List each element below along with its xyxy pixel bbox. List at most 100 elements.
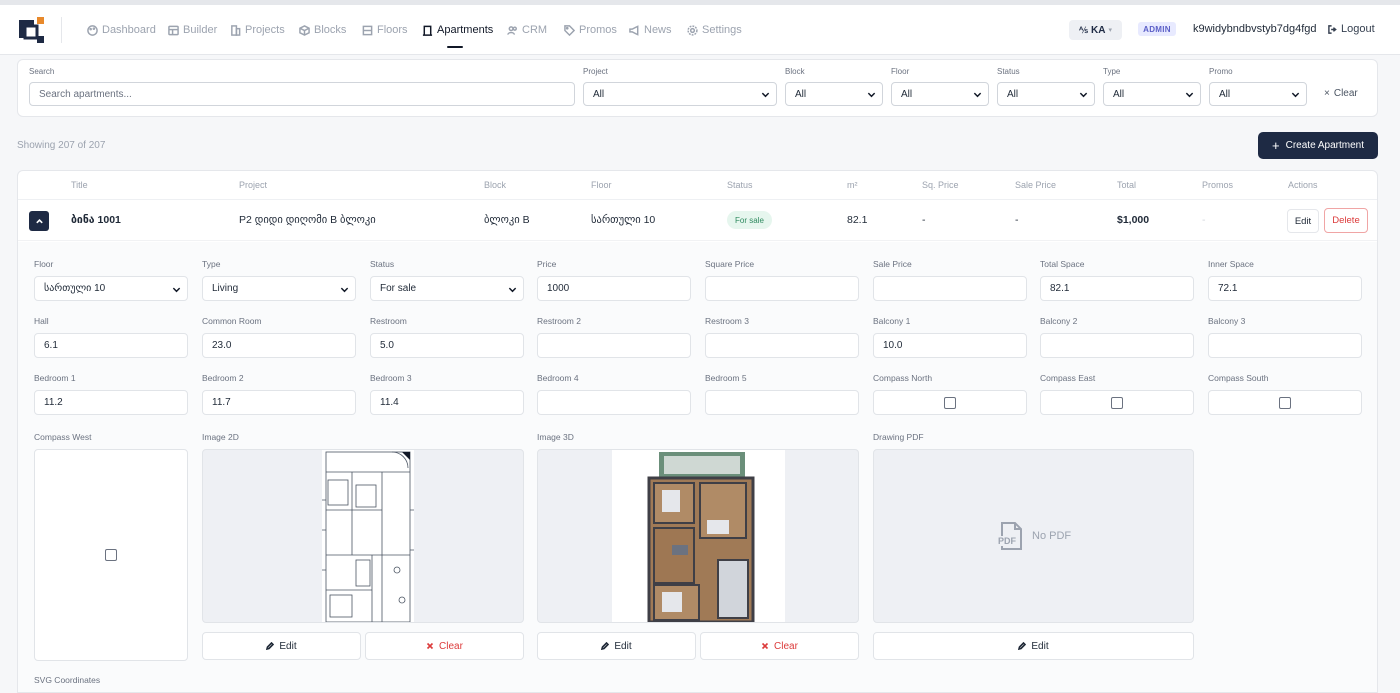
compass-south-checkbox[interactable] [1279,397,1291,409]
image-2d-clear-button[interactable]: Clear [365,632,524,660]
status-select[interactable]: For sale [370,276,524,301]
edit-row-button[interactable]: Edit [1287,209,1319,233]
nav-item-promos[interactable]: Promos [564,22,617,38]
price-field[interactable]: 1000 [537,276,691,301]
drawing-pdf-edit-button[interactable]: Edit [873,632,1194,660]
bedroom-5-field[interactable] [705,390,859,415]
nav-item-label: News [644,24,672,36]
clear-filters-button[interactable]: × Clear [1324,88,1358,99]
palette-icon [87,24,98,36]
floor-select[interactable]: სართული 10 [34,276,188,301]
compass-east-checkbox[interactable] [1111,397,1123,409]
restroom-field[interactable]: 5.0 [370,333,524,358]
compass-west-label: Compass West [34,432,92,442]
top-navbar: Dashboard Builder Projects Blocks Floors… [0,5,1400,55]
select-value: For sale [380,283,417,294]
column-header-title[interactable]: Title [71,180,88,190]
nav-item-projects[interactable]: Projects [230,22,285,38]
common-room-field[interactable]: 23.0 [202,333,356,358]
floor-plan-2d-image [322,450,414,622]
column-header-project[interactable]: Project [239,180,267,190]
compass-west-checkbox[interactable] [105,549,117,561]
project-filter-select[interactable]: All [583,82,777,106]
role-badge: ADMIN [1138,22,1176,36]
status-filter-select[interactable]: All [997,82,1095,106]
nav-item-crm[interactable]: CRM [507,22,547,38]
compass-south-label: Compass South [1208,373,1269,383]
nav-item-dashboard[interactable]: Dashboard [87,22,156,38]
apartment-detail-panel: Floor სართული 10 Type Living Status For … [18,242,1377,692]
search-input[interactable]: Search apartments... [29,82,575,106]
restroom-2-label: Restroom 2 [537,316,581,326]
image-3d-edit-button[interactable]: Edit [537,632,696,660]
select-value: Living [212,283,239,294]
nav-item-builder[interactable]: Builder [168,22,217,38]
nav-item-blocks[interactable]: Blocks [299,22,346,38]
username: k9widybndbvstyb7dg4fgd [1193,23,1317,35]
column-header-block[interactable]: Block [484,180,506,190]
nav-item-news[interactable]: News [629,22,672,38]
drawing-pdf-label: Drawing PDF [873,432,924,442]
create-apartment-button[interactable]: + Create Apartment [1258,132,1378,159]
column-header-area[interactable]: m² [847,180,858,190]
chevron-down-icon [508,285,517,294]
inner-space-label: Inner Space [1208,259,1254,269]
column-header-floor[interactable]: Floor [591,180,612,190]
select-value: All [1113,88,1125,100]
door-icon [422,25,433,36]
price-label: Price [537,259,557,269]
language-switcher[interactable]: ⅍ KA ▾ [1069,20,1122,40]
bedroom-1-field[interactable]: 11.2 [34,390,188,415]
hall-field[interactable]: 6.1 [34,333,188,358]
bedroom-3-field[interactable]: 11.4 [370,390,524,415]
column-header-status[interactable]: Status [727,180,753,190]
delete-row-button[interactable]: Delete [1324,208,1368,233]
type-filter-label: Type [1103,67,1121,76]
chevron-up-icon [35,218,43,223]
users-icon [507,25,517,35]
total-space-label: Total Space [1040,259,1085,269]
balcony-1-field[interactable]: 10.0 [873,333,1027,358]
bedroom-4-label: Bedroom 4 [537,373,579,383]
chevron-down-icon [1185,90,1194,99]
nav-item-settings[interactable]: Settings [687,22,742,38]
bedroom-2-field[interactable]: 11.7 [202,390,356,415]
compass-north-box [873,390,1027,415]
plus-icon: + [1272,138,1280,153]
apartment-block: ბლოკი B [484,214,530,226]
select-value: All [593,88,605,100]
bedroom-4-field[interactable] [537,390,691,415]
edit-label: Edit [279,640,297,652]
balcony-2-field[interactable] [1040,333,1194,358]
block-filter-select[interactable]: All [785,82,883,106]
select-value: All [901,88,913,100]
promo-filter-select[interactable]: All [1209,82,1307,106]
column-header-sale-price[interactable]: Sale Price [1015,180,1056,190]
balcony-3-field[interactable] [1208,333,1362,358]
compass-east-box [1040,390,1194,415]
type-filter-select[interactable]: All [1103,82,1201,106]
type-select[interactable]: Living [202,276,356,301]
column-header-sq-price[interactable]: Sq. Price [922,180,959,190]
total-space-field[interactable]: 82.1 [1040,276,1194,301]
column-header-total[interactable]: Total [1117,180,1136,190]
column-header-promos[interactable]: Promos [1202,180,1233,190]
compass-south-box [1208,390,1362,415]
table-row[interactable]: ბინა 1001 P2 დიდი დიღომი B ბლოკი ბლოკი B… [18,200,1377,241]
image-2d-edit-button[interactable]: Edit [202,632,361,660]
app-logo[interactable] [17,16,45,44]
collapse-row-button[interactable] [29,211,49,231]
balcony-2-label: Balcony 2 [1040,316,1078,326]
nav-item-floors[interactable]: Floors [362,22,408,38]
square-price-field[interactable] [705,276,859,301]
image-3d-clear-button[interactable]: Clear [700,632,859,660]
inner-space-field[interactable]: 72.1 [1208,276,1362,301]
select-value: All [795,88,807,100]
floor-filter-select[interactable]: All [891,82,989,106]
nav-item-apartments[interactable]: Apartments [422,22,493,38]
logout-button[interactable]: Logout [1328,23,1375,35]
compass-north-checkbox[interactable] [944,397,956,409]
restroom-3-field[interactable] [705,333,859,358]
sale-price-field[interactable] [873,276,1027,301]
restroom-2-field[interactable] [537,333,691,358]
